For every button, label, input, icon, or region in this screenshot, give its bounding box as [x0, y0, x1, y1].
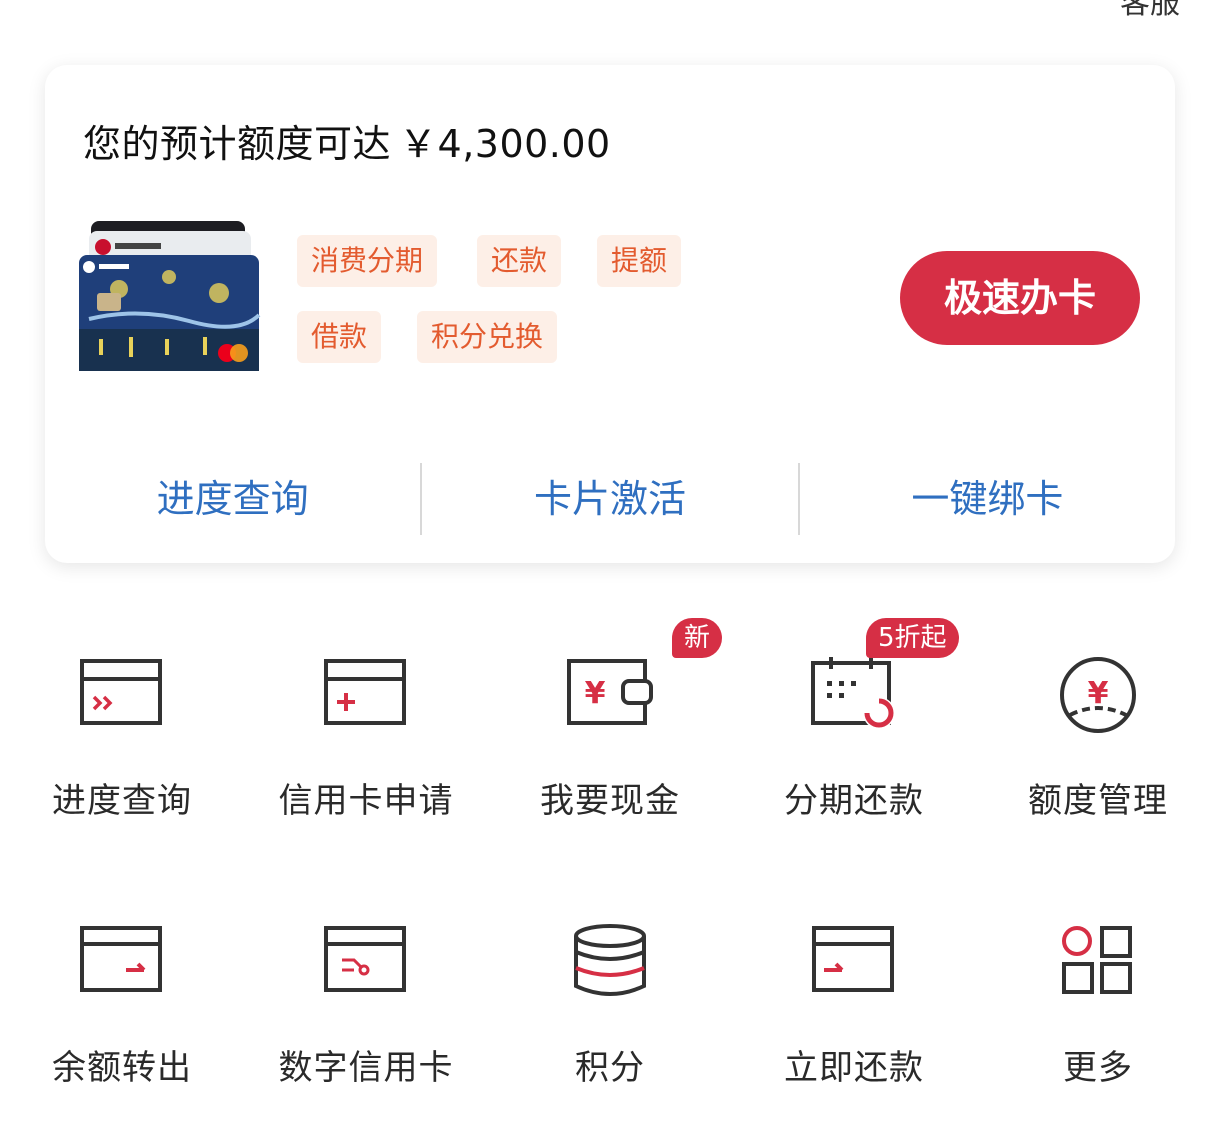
tag-points-redeem[interactable]: 积分兑换 — [417, 311, 558, 363]
card-repay-icon — [812, 926, 894, 992]
calendar-icon — [811, 657, 895, 729]
yen-circle-icon: ¥ — [1060, 657, 1136, 733]
grid-label: 我要现金 — [540, 781, 680, 821]
digital-card-icon — [324, 926, 406, 992]
grid-item-progress[interactable]: 进度查询 — [0, 655, 244, 855]
grid-label: 立即还款 — [784, 1048, 924, 1088]
quick-link-progress[interactable]: 进度查询 — [45, 463, 420, 535]
grid-item-limit-manage[interactable]: ¥ 额度管理 — [976, 655, 1220, 855]
grid-item-card-apply[interactable]: 信用卡申请 — [244, 655, 488, 855]
grid-label: 分期还款 — [784, 781, 924, 821]
customer-service-link[interactable]: 客服 — [1120, 0, 1180, 22]
quick-link-activate[interactable]: 卡片激活 — [422, 463, 797, 535]
fast-apply-button[interactable]: 极速办卡 — [900, 251, 1140, 345]
grid-label: 余额转出 — [52, 1048, 192, 1088]
new-badge: 新 — [672, 618, 723, 658]
tag-limit-increase[interactable]: 提额 — [597, 235, 682, 287]
grid-label: 额度管理 — [1028, 781, 1168, 821]
wallet-yen-icon: ¥ — [567, 659, 653, 725]
card-arrow-icon — [80, 926, 162, 992]
tag-installment[interactable]: 消费分期 — [297, 235, 438, 287]
estimated-limit: 您的预计额度可达 ￥4,300.00 — [83, 113, 611, 168]
grid-item-digital-card[interactable]: 数字信用卡 — [244, 922, 488, 1122]
grid-item-points[interactable]: 积分 — [488, 922, 732, 1122]
tag-repayment[interactable]: 还款 — [477, 235, 562, 287]
grid-item-more[interactable]: 更多 — [976, 922, 1220, 1122]
quick-link-bind[interactable]: 一键绑卡 — [800, 463, 1175, 535]
grid-label: 积分 — [575, 1048, 645, 1088]
grid-label: 信用卡申请 — [278, 781, 454, 821]
grid-item-balance-transfer[interactable]: 余额转出 — [0, 922, 244, 1122]
card-quick-links: 进度查询 卡片激活 一键绑卡 — [45, 463, 1175, 535]
grid-label: 更多 — [1063, 1048, 1133, 1088]
svg-text:¥: ¥ — [1088, 676, 1109, 711]
grid-item-repay-now[interactable]: 立即还款 — [732, 922, 976, 1122]
limit-label: 您的预计额度可达 — [83, 122, 392, 166]
credit-card-image — [79, 221, 261, 371]
grid-item-cash[interactable]: ¥ 我要现金 — [488, 655, 732, 855]
grid-item-installment[interactable]: 分期还款 — [732, 655, 976, 855]
progress-card-icon — [80, 659, 162, 725]
discount-badge: 5折起 — [866, 618, 959, 658]
coin-stack-icon — [574, 924, 646, 996]
svg-text:¥: ¥ — [585, 676, 606, 711]
grid-label: 数字信用卡 — [278, 1048, 454, 1088]
card-plus-icon — [324, 659, 406, 725]
grid-label: 进度查询 — [52, 781, 192, 821]
credit-card-summary: 您的预计额度可达 ￥4,300.00 消费分期 还款 提额 借款 积分兑换 极速办… — [45, 65, 1175, 563]
limit-amount: ￥4,300.00 — [399, 122, 611, 166]
grid-more-icon — [1062, 926, 1132, 994]
tag-loan[interactable]: 借款 — [297, 311, 382, 363]
